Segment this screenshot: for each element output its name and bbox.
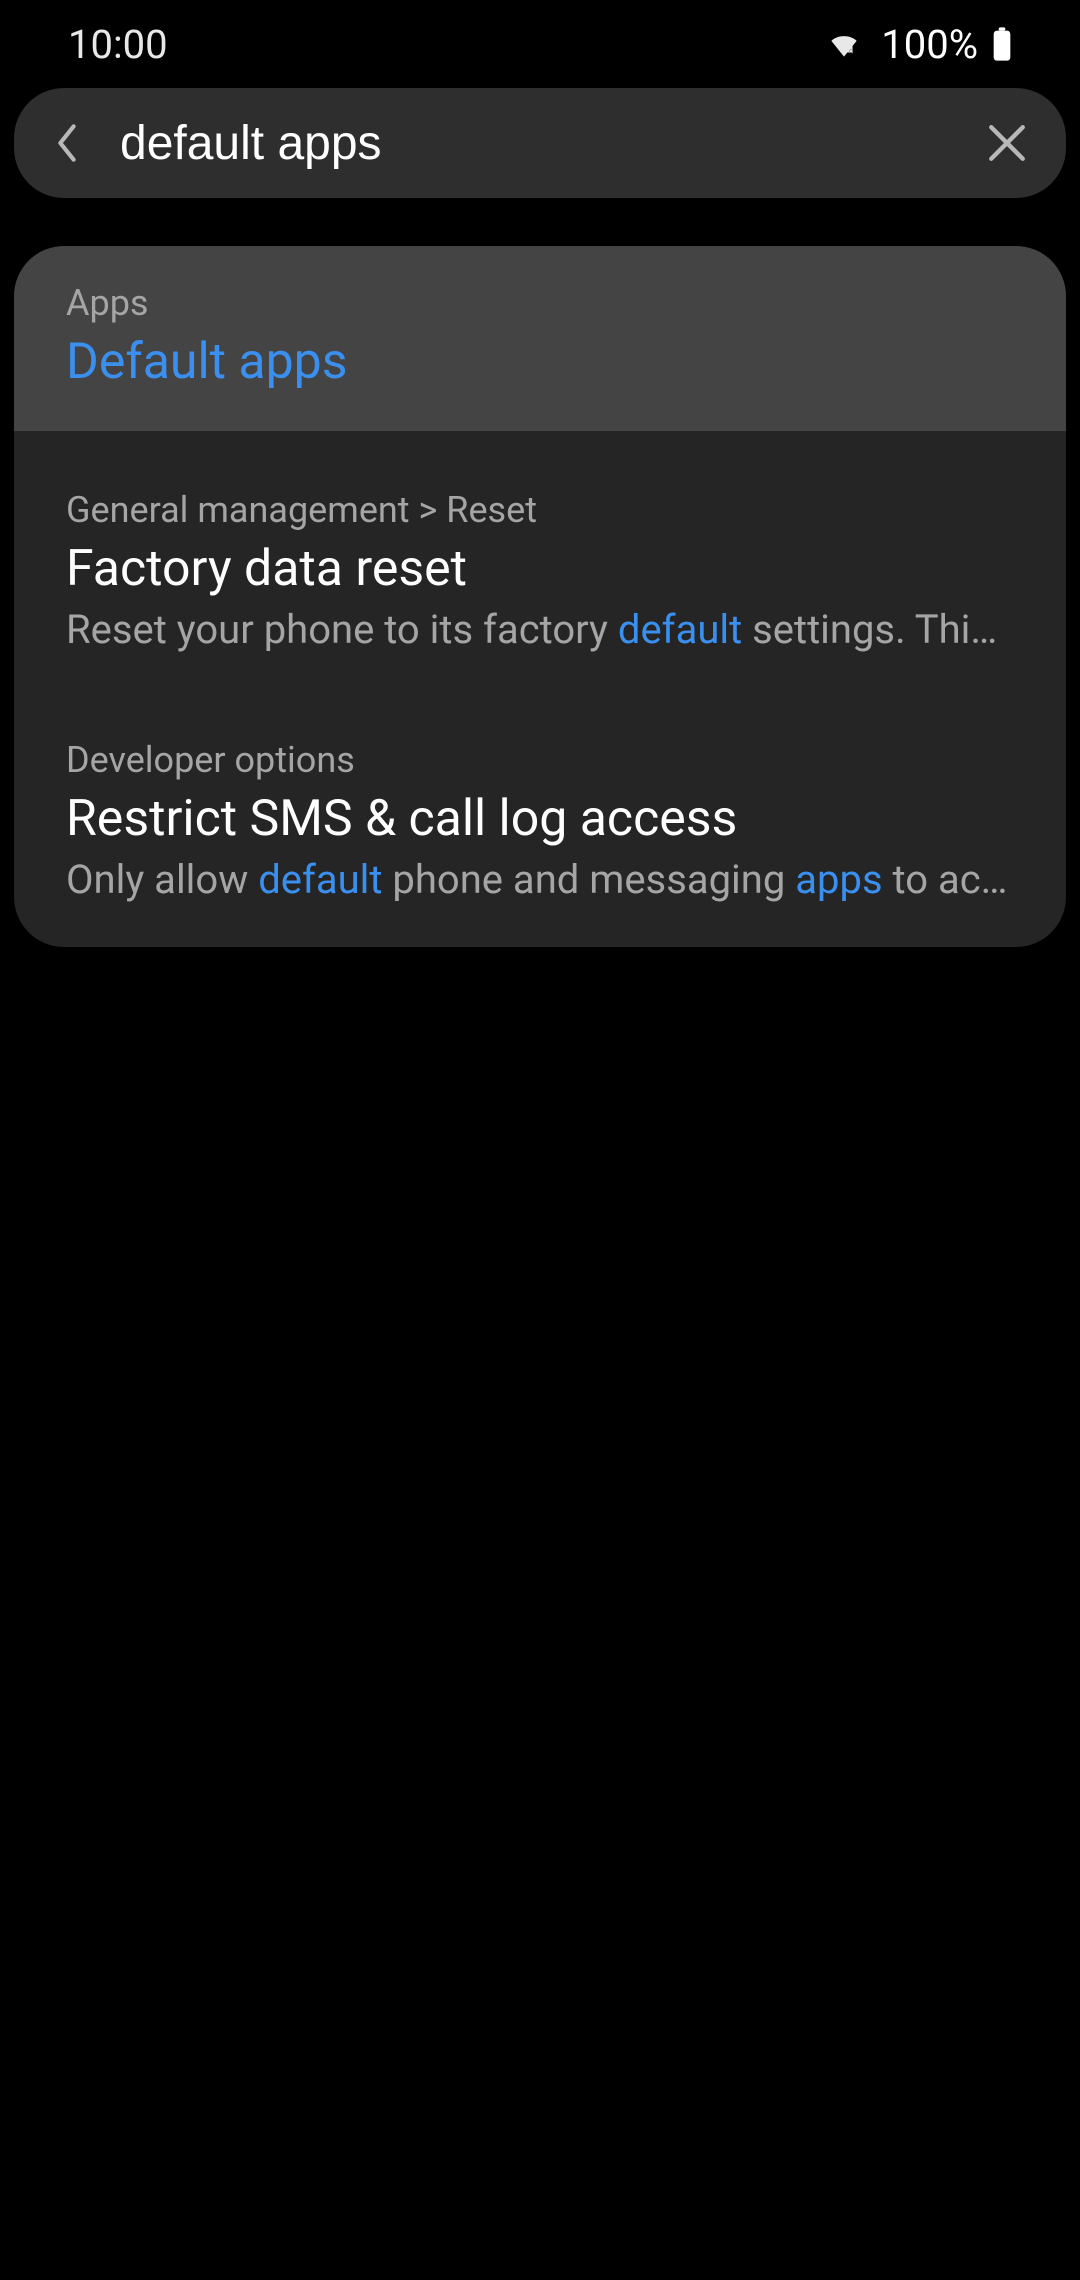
result-breadcrumb: Apps	[66, 282, 1014, 324]
result-item-default-apps[interactable]: Apps Default apps	[14, 246, 1066, 431]
result-description: Reset your phone to its factory default …	[66, 606, 1014, 653]
result-item-restrict-sms[interactable]: Developer options Restrict SMS & call lo…	[14, 685, 1066, 947]
result-breadcrumb: Developer options	[66, 739, 1014, 781]
search-results: Apps Default apps General management > R…	[14, 246, 1066, 947]
close-icon[interactable]	[986, 122, 1028, 164]
status-time: 10:00	[68, 21, 168, 68]
battery-percentage: 100%	[881, 21, 978, 68]
result-title: Factory data reset	[66, 537, 1014, 602]
search-input[interactable]	[120, 116, 986, 171]
result-breadcrumb: General management > Reset	[66, 489, 1014, 531]
result-item-factory-reset[interactable]: General management > Reset Factory data …	[14, 431, 1066, 685]
search-bar	[14, 88, 1066, 198]
result-title: Restrict SMS & call log access	[66, 787, 1014, 852]
result-title: Default apps	[66, 330, 1014, 395]
status-right: 100%	[825, 21, 1012, 68]
battery-icon	[992, 27, 1012, 61]
wifi-icon	[825, 25, 863, 63]
result-description: Only allow default phone and messaging a…	[66, 856, 1014, 903]
back-icon[interactable]	[52, 123, 82, 163]
status-bar: 10:00 100%	[0, 0, 1080, 88]
